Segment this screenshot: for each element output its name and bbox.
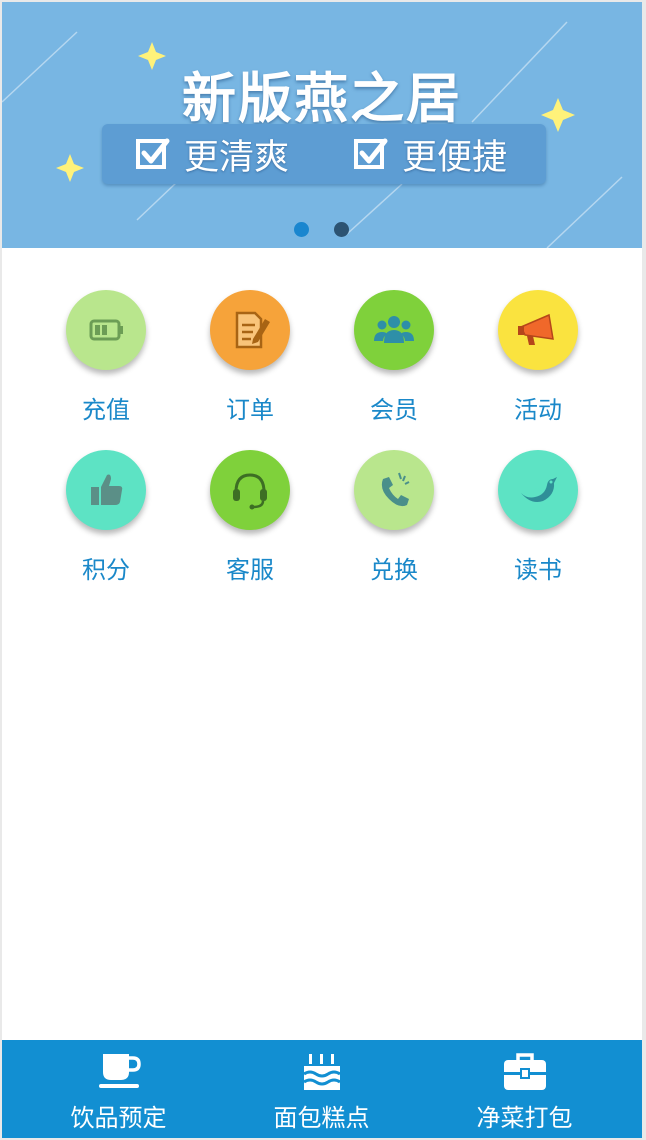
megaphone-icon xyxy=(518,313,554,345)
carousel-dot-active[interactable] xyxy=(294,222,309,237)
app-frame: 新版燕之居 更清爽 更便捷 充值 订单 会员 活动 积分 客服 兑换 读书 饮品… xyxy=(2,2,642,1138)
grid-item-label: 读书 xyxy=(514,556,562,584)
grid-item-reading[interactable]: 读书 xyxy=(466,408,610,584)
tab-packed-vegetables[interactable]: 净菜打包 xyxy=(418,1040,631,1138)
grid-item-members[interactable]: 会员 xyxy=(322,248,466,424)
grid-icon-circle xyxy=(354,450,434,530)
grid-icon-circle xyxy=(210,450,290,530)
cup-icon xyxy=(98,1054,141,1088)
feature-item: 更清爽 xyxy=(136,134,289,178)
order-edit-icon xyxy=(235,311,270,349)
thumbs-up-icon xyxy=(91,474,123,505)
promo-banner[interactable]: 新版燕之居 更清爽 更便捷 xyxy=(2,2,642,248)
battery-icon xyxy=(89,319,123,341)
feature-label: 更清爽 xyxy=(184,137,290,178)
grid-icon-circle xyxy=(498,450,578,530)
bird-icon xyxy=(521,477,557,502)
briefcase-icon xyxy=(503,1053,546,1090)
tab-label: 面包糕点 xyxy=(273,1104,370,1132)
banner-title: 新版燕之居 xyxy=(182,67,462,130)
grid-item-orders[interactable]: 订单 xyxy=(178,248,322,424)
grid-item-points[interactable]: 积分 xyxy=(34,408,178,584)
grid-item-recharge[interactable]: 充值 xyxy=(34,248,178,424)
tab-label: 净菜打包 xyxy=(476,1104,573,1132)
tab-drinks[interactable]: 饮品预定 xyxy=(12,1040,225,1138)
cake-icon xyxy=(302,1054,341,1090)
grid-icon-circle xyxy=(210,290,290,370)
grid-icon-circle xyxy=(66,450,146,530)
banner-features: 更清爽 更便捷 xyxy=(102,124,546,184)
headset-icon xyxy=(233,473,267,510)
grid-item-label: 客服 xyxy=(226,556,274,584)
carousel-indicators xyxy=(2,222,642,238)
bottom-tab-bar: 饮品预定 面包糕点 净菜打包 xyxy=(2,1040,642,1138)
grid-icon-circle xyxy=(498,290,578,370)
feature-label: 更便捷 xyxy=(402,137,508,178)
checkbox-icon xyxy=(354,138,388,169)
carousel-dot[interactable] xyxy=(334,222,349,237)
grid-item-exchange[interactable]: 兑换 xyxy=(322,408,466,584)
tab-label: 饮品预定 xyxy=(70,1104,167,1132)
grid-icon-circle xyxy=(66,290,146,370)
tab-bakery[interactable]: 面包糕点 xyxy=(215,1040,428,1138)
checkbox-icon xyxy=(136,138,170,169)
grid-item-label: 兑换 xyxy=(370,556,418,584)
phone-icon xyxy=(381,472,410,507)
members-icon xyxy=(374,316,414,343)
grid-icon-circle xyxy=(354,290,434,370)
grid-item-service[interactable]: 客服 xyxy=(178,408,322,584)
feature-item: 更便捷 xyxy=(354,134,507,178)
grid-item-activities[interactable]: 活动 xyxy=(466,248,610,424)
grid-item-label: 积分 xyxy=(82,556,130,584)
